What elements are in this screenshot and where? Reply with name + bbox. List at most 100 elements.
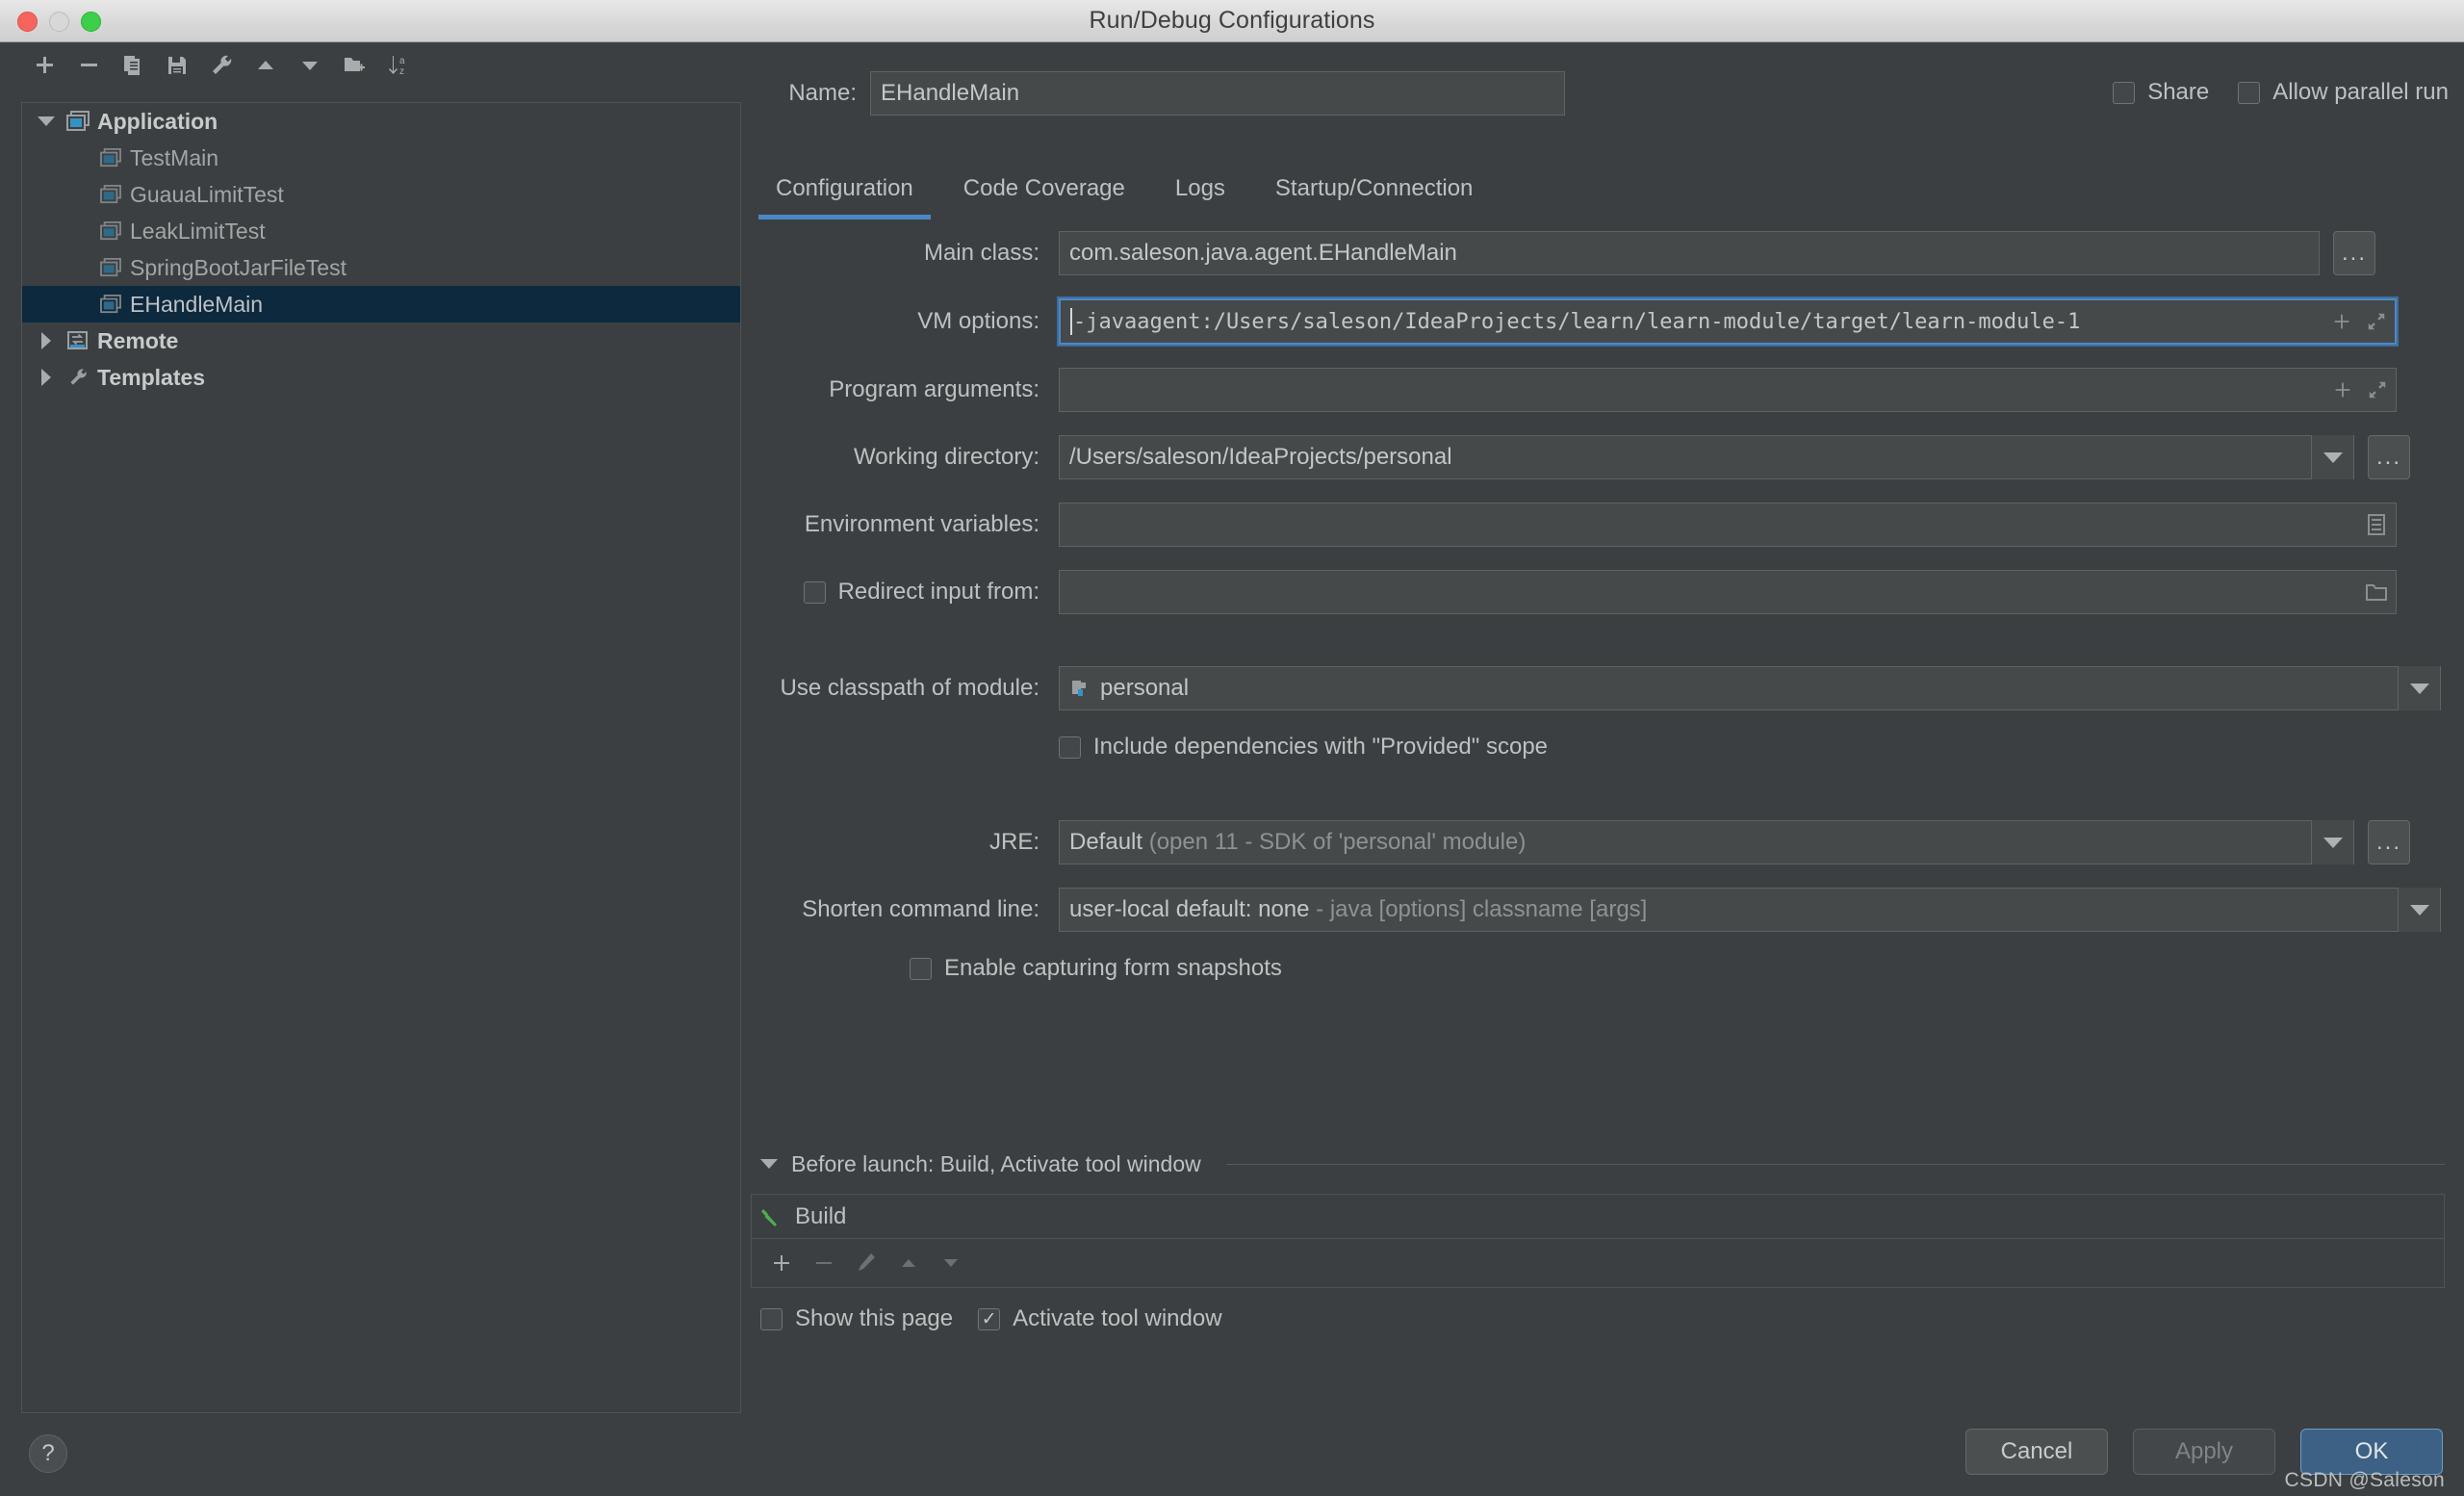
show-this-page-checkbox[interactable] bbox=[760, 1307, 783, 1330]
maximize-window-button[interactable] bbox=[81, 12, 101, 32]
tree-node-application[interactable]: Application bbox=[22, 103, 740, 140]
folder-icon[interactable] bbox=[2365, 581, 2388, 603]
chevron-right-icon[interactable] bbox=[32, 359, 61, 396]
shorten-command-line-value: user-local default: none bbox=[1069, 896, 1310, 922]
show-this-page-checkbox-row[interactable]: Show this page bbox=[760, 1305, 953, 1332]
chevron-down-icon bbox=[2323, 837, 2343, 848]
shorten-command-line-dropdown-button[interactable] bbox=[2398, 888, 2440, 932]
tab-startup-connection[interactable]: Startup/Connection bbox=[1250, 169, 1498, 219]
form-snapshots-checkbox[interactable] bbox=[910, 957, 932, 980]
save-configuration-button[interactable] bbox=[158, 49, 196, 82]
tree-node-templates[interactable]: Templates bbox=[22, 359, 740, 396]
module-icon bbox=[1069, 678, 1091, 699]
tree-node-guaualimittest[interactable]: GuauaLimitTest bbox=[22, 176, 740, 213]
tab-logs[interactable]: Logs bbox=[1150, 169, 1250, 219]
include-provided-checkbox[interactable] bbox=[1059, 735, 1081, 759]
vm-options-input[interactable]: -javaagent:/Users/saleson/IdeaProjects/l… bbox=[1057, 297, 2399, 347]
add-configuration-button[interactable] bbox=[25, 49, 64, 82]
before-launch-task-row[interactable]: Build bbox=[752, 1195, 2444, 1239]
chevron-down-icon[interactable] bbox=[758, 1146, 780, 1182]
tree-node-label: EHandleMain bbox=[130, 291, 264, 317]
cancel-button[interactable]: Cancel bbox=[1965, 1429, 2108, 1475]
working-directory-browse-button[interactable]: ... bbox=[2368, 435, 2410, 479]
share-checkbox-row[interactable]: Share bbox=[2113, 79, 2209, 106]
close-window-button[interactable] bbox=[17, 12, 38, 32]
allow-parallel-run-checkbox[interactable] bbox=[2238, 81, 2261, 104]
move-task-down-button[interactable] bbox=[933, 1245, 969, 1281]
before-launch-task-list[interactable]: Build bbox=[751, 1194, 2445, 1288]
redirect-input-path-input[interactable] bbox=[1059, 570, 2397, 614]
share-label: Share bbox=[2147, 79, 2210, 105]
tree-node-leaklimittest[interactable]: LeakLimitTest bbox=[22, 213, 740, 249]
environment-variables-input[interactable] bbox=[1059, 503, 2397, 547]
application-icon bbox=[93, 213, 128, 249]
working-directory-row: Working directory: /Users/saleson/IdeaPr… bbox=[751, 435, 2464, 479]
allow-parallel-run-checkbox-row[interactable]: Allow parallel run bbox=[2238, 79, 2449, 106]
expand-diagonal-icon[interactable] bbox=[2366, 311, 2387, 332]
name-input[interactable]: EHandleMain bbox=[870, 71, 1565, 116]
main-class-browse-button[interactable]: ... bbox=[2333, 231, 2375, 275]
program-arguments-row: Program arguments: bbox=[751, 368, 2464, 412]
new-folder-button[interactable] bbox=[335, 49, 373, 82]
tab-code-coverage[interactable]: Code Coverage bbox=[938, 169, 1150, 219]
move-task-up-button[interactable] bbox=[890, 1245, 927, 1281]
remove-task-button[interactable] bbox=[806, 1245, 842, 1281]
before-launch-header[interactable]: Before launch: Build, Activate tool wind… bbox=[751, 1146, 2445, 1182]
redirect-input-checkbox[interactable] bbox=[803, 580, 826, 604]
edit-task-button[interactable] bbox=[848, 1245, 885, 1281]
program-arguments-input[interactable] bbox=[1059, 368, 2397, 412]
chevron-right-icon[interactable] bbox=[32, 322, 61, 359]
plus-icon[interactable] bbox=[2331, 311, 2352, 332]
tree-node-testmain[interactable]: TestMain bbox=[22, 140, 740, 176]
add-task-button[interactable] bbox=[763, 1245, 800, 1281]
help-button[interactable]: ? bbox=[29, 1434, 67, 1473]
classpath-module-combobox[interactable]: personal bbox=[1059, 666, 2441, 710]
chevron-down-icon bbox=[2409, 683, 2429, 694]
copy-configuration-button[interactable] bbox=[114, 49, 152, 82]
vm-options-label: VM options: bbox=[917, 308, 1040, 334]
editor-tabs: Configuration Code Coverage Logs Startup… bbox=[751, 169, 2464, 221]
list-edit-icon[interactable] bbox=[2365, 513, 2388, 536]
redirect-input-checkbox-row[interactable]: Redirect input from: bbox=[751, 579, 1040, 606]
apply-button[interactable]: Apply bbox=[2133, 1429, 2275, 1475]
main-class-input[interactable]: com.saleson.java.agent.EHandleMain bbox=[1059, 231, 2320, 275]
before-launch-title: Before launch: Build, Activate tool wind… bbox=[791, 1150, 1201, 1176]
plus-icon[interactable] bbox=[2332, 379, 2353, 400]
configurations-tree[interactable]: Application TestMain GuauaLimitTest Leak… bbox=[21, 102, 741, 1413]
expand-diagonal-icon[interactable] bbox=[2367, 379, 2388, 400]
chevron-down-icon[interactable] bbox=[32, 103, 61, 140]
move-down-button[interactable] bbox=[291, 49, 329, 82]
include-provided-label: Include dependencies with "Provided" sco… bbox=[1093, 734, 1549, 760]
minimize-window-button[interactable] bbox=[49, 12, 69, 32]
activate-tool-window-label: Activate tool window bbox=[1013, 1305, 1222, 1331]
jre-dropdown-button[interactable] bbox=[2311, 820, 2353, 864]
working-directory-dropdown-button[interactable] bbox=[2311, 435, 2353, 479]
jre-combobox[interactable]: Default (open 11 - SDK of 'personal' mod… bbox=[1059, 820, 2354, 864]
share-checkbox[interactable] bbox=[2113, 81, 2136, 104]
remove-configuration-button[interactable] bbox=[69, 49, 108, 82]
classpath-module-dropdown-button[interactable] bbox=[2398, 666, 2440, 710]
jre-value-detail: (open 11 - SDK of 'personal' module) bbox=[1148, 829, 1527, 855]
edit-templates-button[interactable] bbox=[202, 49, 241, 82]
check-icon: ✓ bbox=[981, 1308, 997, 1329]
shorten-command-line-label: Shorten command line: bbox=[802, 896, 1040, 922]
include-provided-checkbox-row[interactable]: Include dependencies with "Provided" sco… bbox=[1059, 734, 1548, 761]
tree-node-springbootjarfiletest[interactable]: SpringBootJarFileTest bbox=[22, 249, 740, 286]
tree-node-label: Remote bbox=[97, 327, 179, 353]
working-directory-input[interactable]: /Users/saleson/IdeaProjects/personal bbox=[1059, 435, 2354, 479]
form-snapshots-checkbox-row[interactable]: Enable capturing form snapshots bbox=[751, 955, 1282, 982]
wrench-icon bbox=[61, 359, 95, 396]
ok-button[interactable]: OK bbox=[2300, 1429, 2443, 1475]
redirect-input-label: Redirect input from: bbox=[837, 579, 1040, 605]
tab-configuration[interactable]: Configuration bbox=[751, 169, 938, 219]
activate-tool-window-checkbox[interactable]: ✓ bbox=[978, 1307, 1001, 1330]
activate-tool-window-checkbox-row[interactable]: ✓ Activate tool window bbox=[978, 1305, 1222, 1332]
tree-node-ehandlemain[interactable]: EHandleMain bbox=[22, 286, 740, 322]
application-icon bbox=[93, 249, 128, 286]
tree-node-remote[interactable]: Remote bbox=[22, 322, 740, 359]
move-up-button[interactable] bbox=[246, 49, 285, 82]
sort-configurations-button[interactable]: a z bbox=[379, 49, 418, 82]
jre-browse-button[interactable]: ... bbox=[2368, 820, 2410, 864]
shorten-command-line-combobox[interactable]: user-local default: none - java [options… bbox=[1059, 888, 2441, 932]
application-icon bbox=[93, 286, 128, 322]
